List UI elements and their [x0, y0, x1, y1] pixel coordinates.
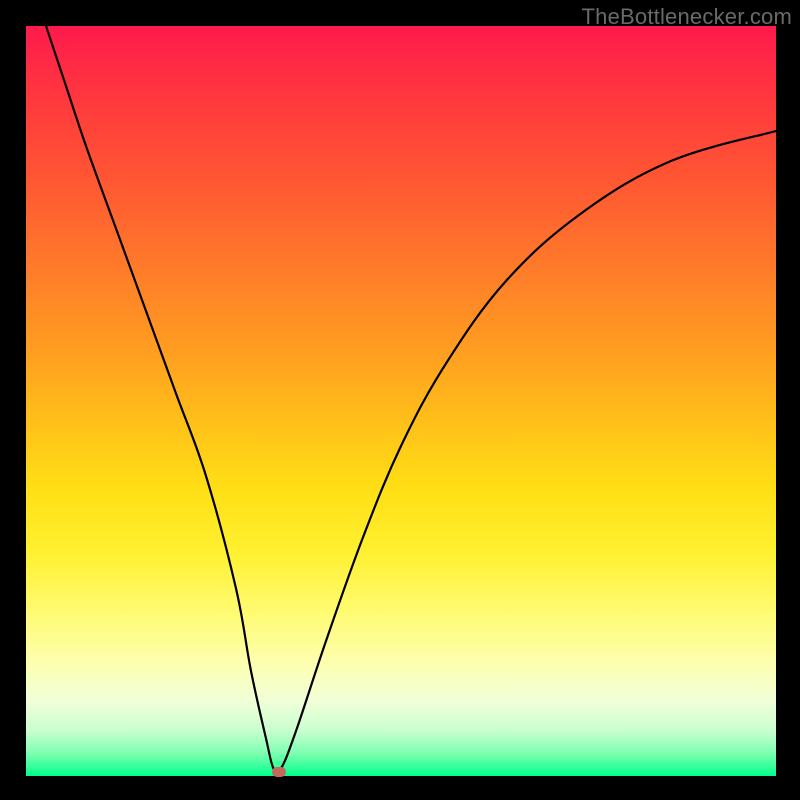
bottleneck-curve: [26, 26, 776, 776]
plot-area: [26, 26, 776, 776]
chart-frame: TheBottlenecker.com: [0, 0, 800, 800]
watermark-text: TheBottlenecker.com: [582, 4, 792, 30]
optimal-point-marker: [272, 767, 286, 777]
